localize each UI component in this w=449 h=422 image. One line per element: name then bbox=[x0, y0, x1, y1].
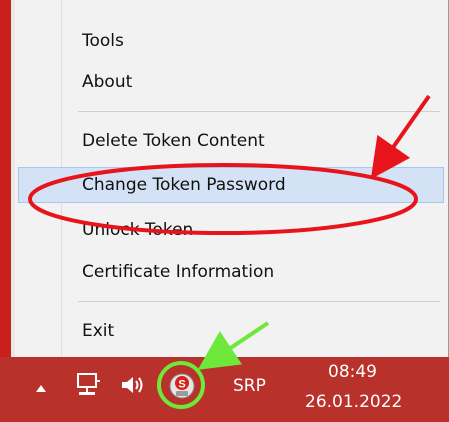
menu-item-label: Tools bbox=[82, 31, 124, 51]
svg-text:S: S bbox=[178, 379, 185, 391]
menu-item-tools[interactable]: Tools bbox=[18, 23, 444, 59]
menu-item-label: Change Token Password bbox=[82, 175, 286, 195]
speaker-icon[interactable] bbox=[119, 373, 147, 397]
menu-item-about[interactable]: About bbox=[18, 64, 444, 100]
menu-item-label: Certificate Information bbox=[82, 262, 275, 282]
window-edge-strip bbox=[0, 0, 11, 357]
menu-item-exit[interactable]: Exit bbox=[18, 313, 444, 349]
menu-item-change-token-password[interactable]: Change Token Password bbox=[18, 167, 444, 203]
menu-item-label: About bbox=[82, 72, 133, 92]
menu-item-unlock-token[interactable]: Unlock Token bbox=[18, 212, 444, 248]
language-indicator[interactable]: SRP bbox=[233, 376, 266, 396]
chevron-up-icon[interactable] bbox=[34, 380, 48, 392]
menu-item-delete-token-content[interactable]: Delete Token Content bbox=[18, 123, 444, 159]
context-menu: Tools About Delete Token Content Change … bbox=[15, 0, 449, 357]
menu-item-label: Exit bbox=[82, 321, 115, 341]
clock-date[interactable]: 26.01.2022 bbox=[305, 392, 402, 412]
clock-time[interactable]: 08:49 bbox=[328, 362, 377, 382]
menu-item-label: Unlock Token bbox=[82, 220, 194, 240]
token-app-icon[interactable]: S bbox=[166, 370, 198, 402]
menu-separator bbox=[78, 111, 440, 112]
menu-item-label: Delete Token Content bbox=[82, 131, 265, 151]
menu-item-certificate-information[interactable]: Certificate Information bbox=[18, 254, 444, 290]
taskbar: S SRP 08:49 26.01.2022 bbox=[0, 357, 449, 422]
menu-separator bbox=[78, 301, 440, 302]
network-icon[interactable] bbox=[75, 371, 101, 399]
